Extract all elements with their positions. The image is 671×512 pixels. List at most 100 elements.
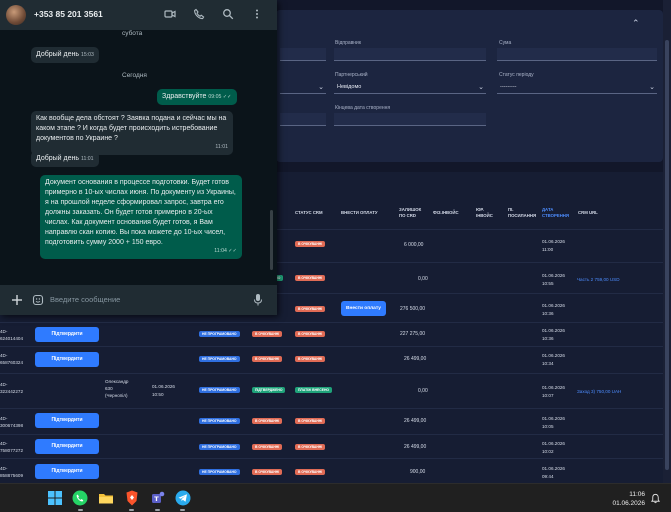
- chevron-down-icon: ⌄: [318, 84, 324, 91]
- period-select-value: ---------: [500, 84, 517, 90]
- payment-time: 10:50: [152, 392, 164, 397]
- brave-browser-icon[interactable]: [123, 489, 141, 507]
- row-divider: [0, 346, 663, 347]
- microphone-icon[interactable]: [252, 293, 264, 307]
- more-options-icon[interactable]: [251, 8, 263, 20]
- created-date: 01.06.2026: [542, 328, 565, 333]
- page-scrollbar-thumb[interactable]: [665, 40, 669, 470]
- sticker-icon[interactable]: [32, 294, 44, 306]
- status-badge: В ОЧІКУВАННІ: [295, 356, 326, 362]
- add-payment-button[interactable]: Внести оплату: [341, 301, 386, 316]
- confirm-button[interactable]: Підтвердити: [35, 439, 99, 454]
- filter-field-1[interactable]: [280, 48, 326, 61]
- remaining-amount: 227 275,00: [400, 331, 426, 337]
- clock-time: 11:06: [629, 491, 645, 498]
- order-id: 4D- 858875609: [0, 466, 23, 478]
- running-indicator: [129, 509, 134, 511]
- windows-start-icon[interactable]: [46, 489, 64, 507]
- created-date: 01.06.2026: [542, 353, 565, 358]
- status-badge: ПЛАТІЖ ВНЕСЕНО: [295, 387, 333, 393]
- status-badge: В ОЧІКУВАННІ: [295, 418, 326, 424]
- chevron-down-icon: ⌄: [649, 84, 655, 91]
- status-badge: НЕ ПРОГРАМОВАНО: [199, 331, 240, 337]
- confirm-button[interactable]: Підтвердити: [35, 327, 99, 342]
- created-time: 09:44: [542, 474, 554, 479]
- read-receipt-icon: ✓✓: [221, 94, 232, 100]
- svg-text:T: T: [154, 495, 159, 503]
- contact-name[interactable]: +353 85 201 3561: [34, 9, 103, 19]
- row-divider: [0, 458, 663, 459]
- crm-url-link[interactable]: Заход 3) 750,00 UAH: [577, 388, 621, 395]
- sender-field[interactable]: [334, 48, 486, 61]
- remaining-amount: 26 499,00: [404, 444, 427, 450]
- filter-label-partner: Партнерський: [335, 72, 368, 78]
- confirm-button[interactable]: Підтвердити: [35, 413, 99, 428]
- message-input[interactable]: Введите сообщение: [46, 290, 246, 310]
- manager-name: Олександр 630 (Чернопiл): [105, 379, 129, 398]
- status-badge: В ОЧІКУВАННІ: [295, 331, 326, 337]
- status-badge: НЕ ПРОГРАМОВАНО: [199, 418, 240, 424]
- search-icon[interactable]: [222, 8, 234, 20]
- remaining-amount: 900,00: [410, 469, 426, 475]
- system-clock[interactable]: 11:06 01.06.2026: [612, 490, 645, 508]
- chevron-down-icon: ⌄: [478, 84, 484, 91]
- created-date: 01.06.2026: [542, 466, 565, 471]
- partner-select-value: Невідомо: [337, 84, 362, 90]
- phone-call-icon[interactable]: [193, 8, 205, 20]
- status-badge: В ОЧІКУВАННІ: [295, 306, 326, 312]
- taskbar: T 11:06 01.06.2026: [0, 483, 671, 512]
- created-date: 01.06.2026: [542, 416, 565, 421]
- th-created-date[interactable]: ДАТА СТВОРЕННЯ: [542, 207, 572, 219]
- chat-scrollbar[interactable]: [270, 210, 273, 270]
- telegram-icon[interactable]: [174, 489, 192, 507]
- period-status-select[interactable]: --------- ⌄: [497, 81, 657, 94]
- running-indicator: [78, 509, 83, 511]
- created-date: 01.06.2026: [542, 273, 565, 278]
- attach-plus-icon[interactable]: [11, 294, 23, 306]
- running-indicator: [180, 509, 185, 511]
- remaining-amount: 26 499,00: [404, 356, 427, 362]
- created-time: 10:34: [542, 361, 554, 366]
- order-id: 4D- 624014404: [0, 329, 23, 341]
- row-divider: [0, 373, 663, 374]
- date-separator: Сегодня: [122, 72, 147, 79]
- teams-icon[interactable]: T: [149, 489, 167, 507]
- created-time: 10:55: [542, 281, 554, 286]
- message-text: Здравствуйте: [162, 93, 207, 100]
- filter-field-3[interactable]: [280, 113, 326, 126]
- th-remaining: ЗАЛИШОК ПО CRD: [399, 207, 422, 218]
- filter-label-period: Статус періоду: [499, 72, 534, 78]
- file-explorer-icon[interactable]: [97, 489, 115, 507]
- created-time: 10:02: [542, 449, 554, 454]
- created-time: 10:05: [542, 424, 554, 429]
- created-date: 01.06.2026: [542, 385, 565, 390]
- message-list[interactable]: субота Добрый день 15:03 Сегодня Здравст…: [0, 30, 277, 285]
- whatsapp-icon[interactable]: [71, 489, 89, 507]
- remaining-amount: 276 500,00: [400, 306, 426, 312]
- video-call-icon[interactable]: [164, 8, 176, 20]
- status-badge: В ОЧІКУВАННІ: [252, 418, 283, 424]
- confirm-button[interactable]: Підтвердити: [35, 352, 99, 367]
- message-time: 11:04: [214, 248, 227, 254]
- th-phys-invoice: ФІЗ.ІНВОЙС: [433, 210, 459, 215]
- created-date-field[interactable]: [334, 113, 486, 126]
- partner-select[interactable]: Невідомо ⌄: [334, 81, 486, 94]
- status-badge: НЕ ПРОГРАМОВАНО: [199, 444, 240, 450]
- status-badge: НЕ ПРОГРАМОВАНО: [199, 387, 240, 393]
- created-time: 10:07: [542, 393, 554, 398]
- sum-field[interactable]: [497, 48, 657, 61]
- filter-select-1[interactable]: ⌄: [280, 81, 326, 94]
- avatar[interactable]: [6, 5, 26, 25]
- collapse-chevron-icon[interactable]: ⌃: [632, 18, 640, 29]
- order-id: 4D- 322442272: [0, 382, 23, 394]
- remaining-amount: 26 499,00: [404, 418, 427, 424]
- notification-bell-icon[interactable]: [650, 493, 661, 504]
- crm-url-link[interactable]: Часть 2 759,00 USD: [577, 276, 620, 283]
- created-time: 10:36: [542, 336, 554, 341]
- read-receipt-icon: ✓✓: [226, 248, 237, 254]
- confirm-button[interactable]: Підтвердити: [35, 464, 99, 479]
- status-badge: В ОЧІКУВАННІ: [252, 469, 283, 475]
- created-time: 10:36: [542, 311, 554, 316]
- whatsapp-window: +353 85 201 3561 субота Добрый день 15:0…: [0, 0, 277, 315]
- created-date: 01.06.2026: [542, 239, 565, 244]
